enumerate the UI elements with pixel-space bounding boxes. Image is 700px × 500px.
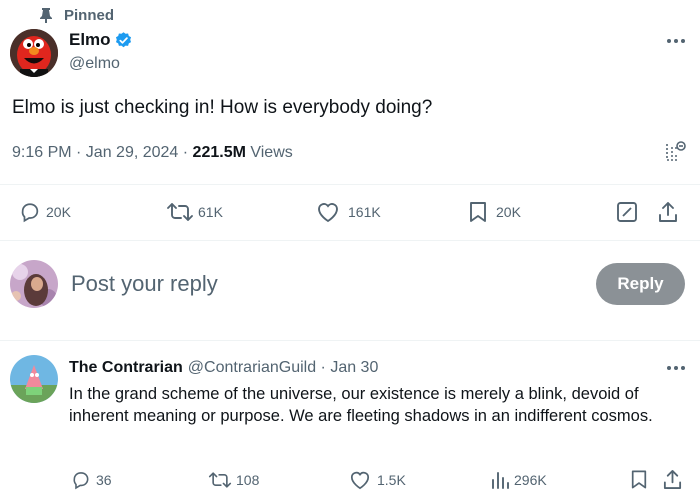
reply-like-action[interactable]: 1.5K	[349, 470, 406, 490]
reply-repost-count: 108	[236, 472, 260, 488]
reply-share-icon[interactable]	[662, 468, 683, 491]
share-icon[interactable]	[657, 200, 679, 224]
repost-icon	[208, 470, 232, 490]
section-separator	[0, 340, 700, 341]
reply-like-count: 1.5K	[377, 472, 406, 488]
reply-views-action[interactable]: 296K	[490, 470, 547, 490]
tweet-meta: 9:16 PM · Jan 29, 2024 · 221.5M Views	[12, 144, 293, 162]
pin-icon	[40, 7, 52, 23]
bookmark-action[interactable]: 20K	[468, 201, 521, 223]
reply-text: In the grand scheme of the universe, our…	[69, 385, 653, 425]
reply-bookmark-icon[interactable]	[630, 469, 648, 490]
author-avatar[interactable]	[10, 29, 58, 77]
reply-author-avatar[interactable]	[10, 355, 58, 403]
more-icon[interactable]	[666, 38, 686, 44]
repost-count: 61K	[198, 204, 223, 220]
reply-separator: ·	[316, 359, 331, 376]
divider	[0, 184, 700, 185]
reply-icon	[19, 201, 41, 223]
reply-input[interactable]: Post your reply	[71, 271, 218, 297]
divider	[0, 240, 700, 241]
like-icon	[349, 470, 371, 490]
reply-button[interactable]: Reply	[596, 263, 685, 305]
views-label: Views	[245, 144, 293, 161]
repost-action[interactable]: 61K	[166, 201, 223, 223]
bookmark-count: 20K	[496, 204, 521, 220]
reply-count: 20K	[46, 204, 71, 220]
verified-badge-icon	[114, 31, 133, 50]
reply-author-handle[interactable]: @ContrarianGuild	[188, 359, 316, 377]
reply-more-icon[interactable]	[666, 365, 686, 371]
author-handle[interactable]: @elmo	[69, 55, 120, 73]
bookmark-icon	[468, 201, 488, 223]
pinned-label: Pinned	[64, 6, 115, 24]
author-name-row: Elmo	[69, 29, 133, 51]
reply-header: The Contrarian @ContrarianGuild · Jan 30	[69, 358, 378, 378]
reply-action[interactable]: 20K	[19, 201, 71, 223]
reply-reply-action[interactable]: 36	[71, 470, 112, 490]
tweet-timestamp[interactable]: 9:16 PM · Jan 29, 2024 ·	[12, 144, 193, 162]
reply-repost-action[interactable]: 108	[208, 470, 259, 490]
like-count: 161K	[348, 204, 381, 220]
author-name[interactable]: Elmo	[69, 30, 111, 50]
tweet-text: Elmo is just checking in! How is everybo…	[12, 97, 433, 118]
reply-author-name[interactable]: The Contrarian	[69, 359, 183, 377]
views-icon	[490, 470, 510, 490]
reply-views-count: 296K	[514, 472, 547, 488]
repost-icon	[166, 201, 194, 223]
views-count: 221.5M	[192, 144, 246, 161]
like-action[interactable]: 161K	[316, 201, 381, 223]
reply-reply-count: 36	[96, 472, 112, 488]
reply-icon	[71, 470, 91, 490]
pinned-row: Pinned	[40, 6, 114, 24]
like-icon	[316, 201, 340, 223]
reply-date[interactable]: Jan 30	[330, 359, 378, 377]
user-avatar[interactable]	[10, 260, 58, 308]
edit-icon[interactable]	[616, 201, 638, 223]
analytics-icon[interactable]	[664, 140, 688, 164]
